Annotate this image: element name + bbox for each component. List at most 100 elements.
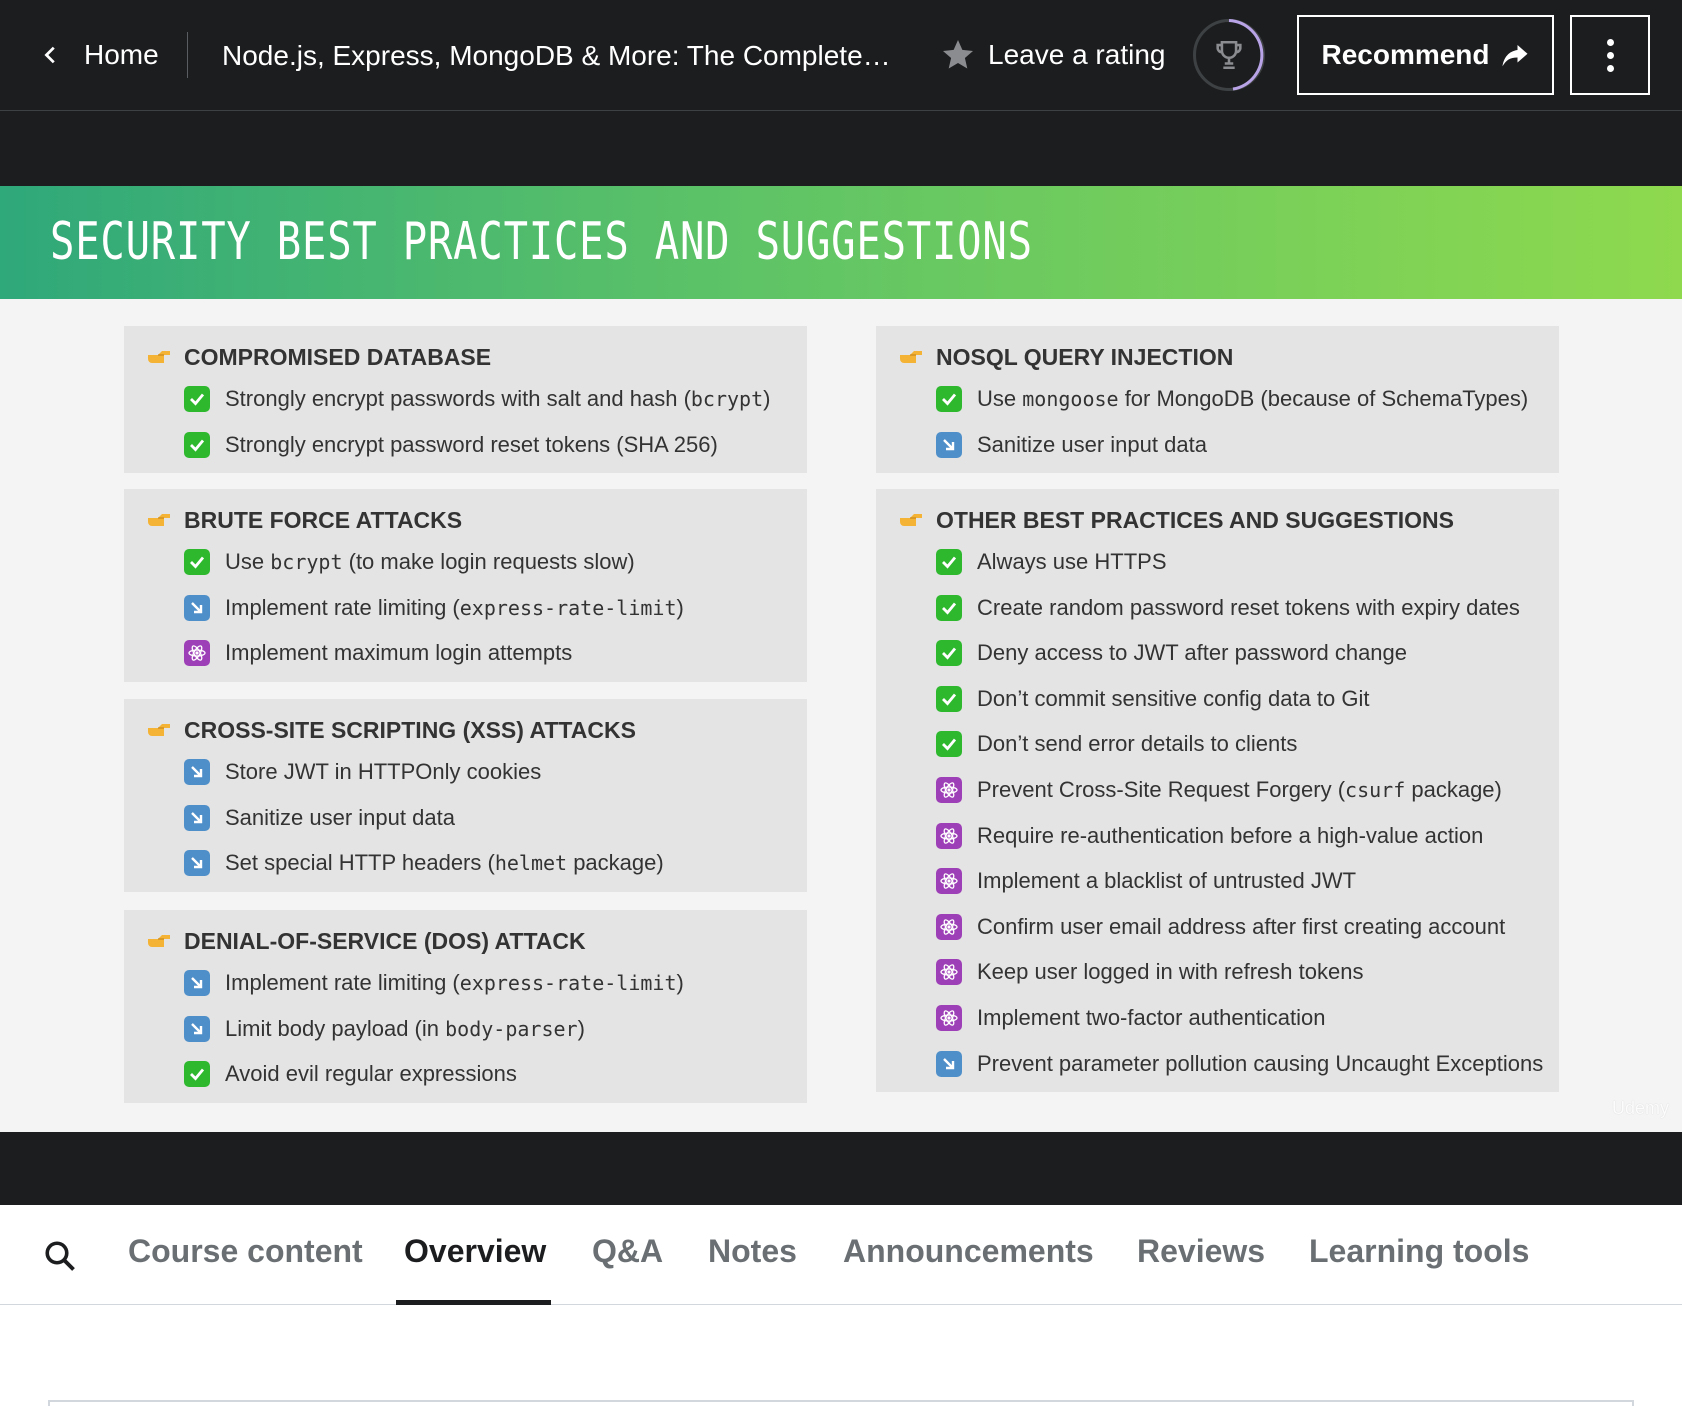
card-heading-text: OTHER BEST PRACTICES AND SUGGESTIONS <box>936 507 1454 533</box>
item-text: Limit body payload (in <box>225 1015 446 1041</box>
video-player[interactable]: SECURITY BEST PRACTICES AND SUGGESTIONS … <box>0 111 1682 1205</box>
practice-item-text: Implement rate limiting (express-rate-li… <box>225 970 684 996</box>
practice-item-text: Keep user logged in with refresh tokens <box>977 959 1363 985</box>
item-code: bcrypt <box>690 387 764 411</box>
top-bar: Home Node.js, Express, MongoDB & More: T… <box>0 0 1682 111</box>
atom-icon <box>936 777 962 803</box>
tab-reviews[interactable]: Reviews <box>1137 1233 1265 1305</box>
card-heading: BRUTE FORCE ATTACKS <box>146 507 462 534</box>
practice-item-text: Use mongoose for MongoDB (because of Sch… <box>977 386 1528 412</box>
atom-icon <box>936 1005 962 1031</box>
item-text-suffix: ) <box>676 970 684 995</box>
practice-item: Limit body payload (in body-parser) <box>184 1015 585 1042</box>
item-text: Deny access to JWT after password change <box>977 640 1408 666</box>
practice-item-text: Use bcrypt (to make login requests slow) <box>225 549 635 575</box>
leave-rating-button[interactable]: Leave a rating <box>940 30 1165 80</box>
tab-announcements[interactable]: Announcements <box>843 1233 1094 1305</box>
security-card: BRUTE FORCE ATTACKS Use bcrypt (to make l… <box>124 489 807 682</box>
practice-item: Strongly encrypt passwords with salt and… <box>184 386 770 412</box>
practice-item: Create random password reset tokens with… <box>936 594 1520 621</box>
tab-qa[interactable]: Q&A <box>592 1233 663 1305</box>
course-title[interactable]: Node.js, Express, MongoDB & More: The Co… <box>222 36 892 76</box>
practice-item: Always use HTTPS <box>936 549 1167 575</box>
tab-course-content[interactable]: Course content <box>128 1233 363 1305</box>
check-box-icon <box>184 549 210 575</box>
practice-item-text: Implement a blacklist of untrusted JWT <box>977 868 1356 894</box>
pointing-hand-icon <box>146 507 172 534</box>
card-heading-text: COMPROMISED DATABASE <box>184 344 492 370</box>
practice-item: Implement rate limiting (express-rate-li… <box>184 970 684 996</box>
item-text: Implement maximum login attempts <box>225 640 573 666</box>
practice-item: Set special HTTP headers (helmet package… <box>184 850 664 877</box>
practice-item-text: Limit body payload (in body-parser) <box>225 1016 585 1042</box>
header-divider <box>187 32 188 78</box>
search-icon[interactable] <box>42 1238 78 1274</box>
practice-item: Require re-authentication before a high-… <box>936 822 1483 849</box>
lecture-slide: SECURITY BEST PRACTICES AND SUGGESTIONS … <box>0 186 1682 1132</box>
tab-learning-tools[interactable]: Learning tools <box>1309 1233 1529 1305</box>
practice-item-text: Don’t commit sensitive config data to Gi… <box>977 686 1370 712</box>
practice-item: Implement maximum login attempts <box>184 640 573 667</box>
more-options-button[interactable] <box>1570 15 1650 95</box>
item-text: Don’t commit sensitive config data to Gi… <box>977 685 1370 711</box>
home-link[interactable]: Home <box>40 30 159 80</box>
arrow-down-right-icon <box>184 759 210 785</box>
card-heading-text: DENIAL-OF-SERVICE (DOS) ATTACK <box>184 928 586 954</box>
practice-item-text: Require re-authentication before a high-… <box>977 823 1483 849</box>
home-label: Home <box>84 39 159 70</box>
overview-content-box <box>48 1400 1634 1406</box>
check-box-icon <box>936 386 962 412</box>
practice-item: Prevent Cross-Site Request Forgery (csur… <box>936 777 1502 803</box>
arrow-down-right-icon <box>184 804 210 831</box>
check-box-icon <box>936 549 962 575</box>
item-text: Use <box>977 386 1023 411</box>
practice-item-text: Prevent Cross-Site Request Forgery (csur… <box>977 777 1502 803</box>
practice-item: Sanitize user input data <box>184 804 455 831</box>
tab-notes[interactable]: Notes <box>708 1233 797 1305</box>
pointing-hand-icon <box>898 507 924 534</box>
item-text: Avoid evil regular expressions <box>225 1061 517 1087</box>
practice-item-text: Sanitize user input data <box>225 805 455 831</box>
item-code: express-rate-limit <box>459 971 677 995</box>
practice-item-text: Avoid evil regular expressions <box>225 1061 517 1087</box>
atom-icon <box>936 959 962 986</box>
rating-label: Leave a rating <box>988 39 1166 70</box>
practice-item: Implement a blacklist of untrusted JWT <box>936 868 1356 895</box>
practice-item: Implement two-factor authentication <box>936 1005 1326 1031</box>
item-code: helmet <box>494 851 568 876</box>
check-box-icon <box>936 640 962 667</box>
tab-overview[interactable]: Overview <box>404 1233 546 1305</box>
pointing-hand-icon <box>898 344 924 371</box>
practice-item: Implement rate limiting (express-rate-li… <box>184 594 684 621</box>
recommend-button[interactable]: Recommend <box>1297 15 1554 95</box>
practice-item-text: Prevent parameter pollution causing Unca… <box>977 1051 1543 1077</box>
card-heading: CROSS-SITE SCRIPTING (XSS) ATTACKS <box>146 717 636 744</box>
item-text: Prevent Cross-Site Request Forgery ( <box>977 777 1346 802</box>
atom-icon <box>184 640 210 667</box>
item-code: mongoose <box>1022 387 1119 411</box>
item-text: Create random password reset tokens with… <box>977 594 1520 620</box>
arrow-down-right-icon <box>184 1015 210 1042</box>
udemy-watermark: Udemy <box>1612 1098 1670 1118</box>
item-text-suffix: package) <box>567 850 664 876</box>
item-text: Implement rate limiting ( <box>225 970 460 995</box>
practice-item-text: Store JWT in HTTPOnly cookies <box>225 759 541 785</box>
item-text: Strongly encrypt password reset tokens (… <box>225 431 718 457</box>
practice-item-text: Strongly encrypt password reset tokens (… <box>225 432 718 458</box>
arrow-down-right-icon <box>936 431 962 458</box>
item-text: Require re-authentication before a high-… <box>977 822 1484 848</box>
check-box-icon <box>184 1061 210 1088</box>
card-heading: DENIAL-OF-SERVICE (DOS) ATTACK <box>146 928 586 955</box>
arrow-down-right-icon <box>184 970 210 996</box>
atom-icon <box>936 913 962 940</box>
practice-item-text: Deny access to JWT after password change <box>977 640 1407 666</box>
item-text: Sanitize user input data <box>225 804 455 830</box>
practice-item-text: Implement rate limiting (express-rate-li… <box>225 595 684 621</box>
item-text: Keep user logged in with refresh tokens <box>977 959 1364 985</box>
practice-item: Keep user logged in with refresh tokens <box>936 959 1363 986</box>
item-text: Don’t send error details to clients <box>977 731 1298 757</box>
progress-trophy-button[interactable] <box>1193 19 1265 91</box>
atom-icon <box>936 822 962 849</box>
practice-item: Don’t commit sensitive config data to Gi… <box>936 685 1370 712</box>
item-text-suffix: ) <box>676 594 684 620</box>
